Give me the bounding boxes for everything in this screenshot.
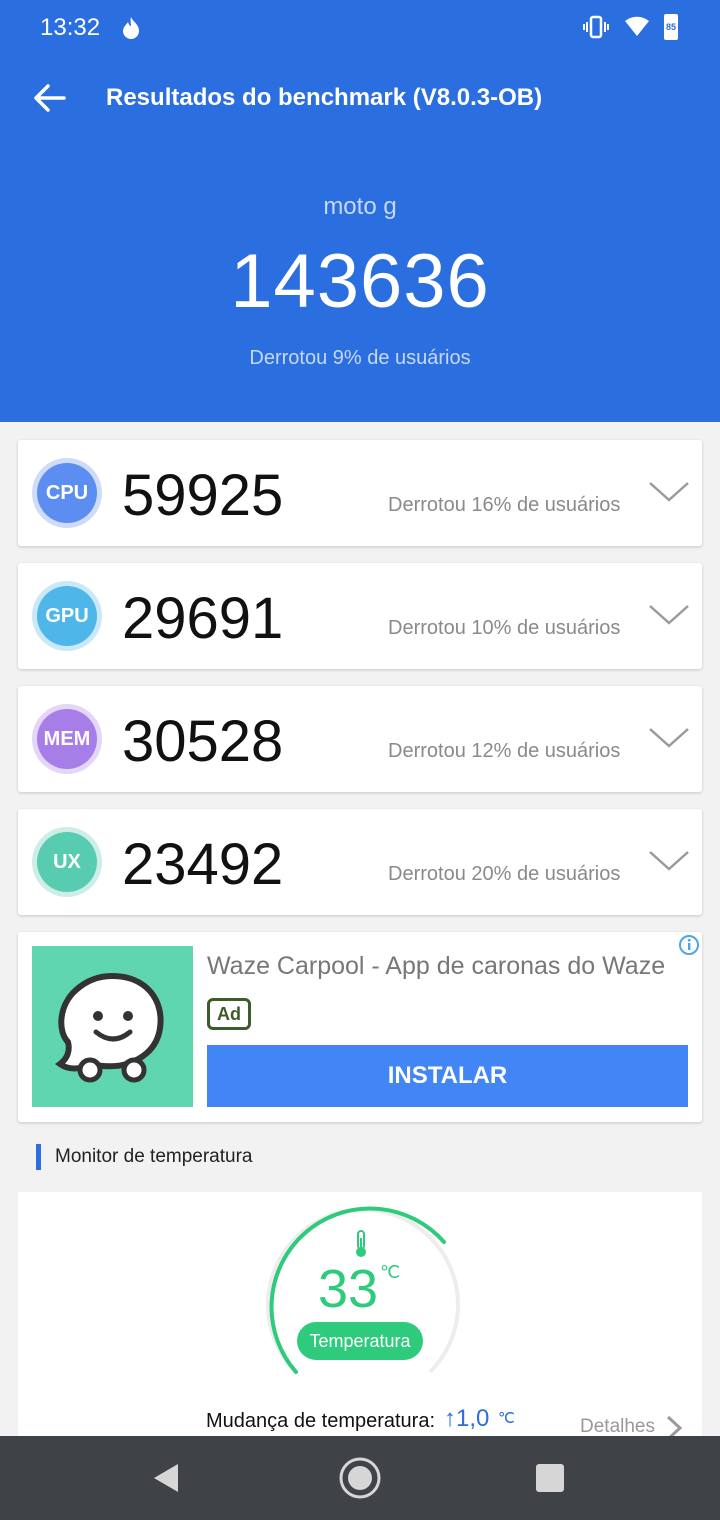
section-title-temperature: Monitor de temperatura (36, 1144, 253, 1170)
ad-label-badge: Ad (207, 998, 251, 1030)
cpu-beat-text: Derrotou 16% de usuários (388, 494, 621, 516)
mem-beat-text: Derrotou 12% de usuários (388, 740, 621, 762)
status-time: 13:32 (40, 14, 101, 41)
nav-recents-icon[interactable] (536, 1464, 564, 1492)
temperature-card: 33 ℃ Temperatura Mudança de temperatura:… (18, 1192, 702, 1452)
nav-back-icon[interactable] (150, 1462, 182, 1494)
gpu-badge-ring: GPU (32, 581, 102, 651)
temperature-unit: ℃ (380, 1262, 401, 1282)
score-card-cpu[interactable]: CPU 59925 Derrotou 16% de usuários (18, 440, 702, 546)
ux-beat-text: Derrotou 20% de usuários (388, 863, 621, 885)
battery-icon: 85 (664, 14, 678, 40)
chevron-down-icon[interactable] (648, 849, 690, 873)
info-icon[interactable] (678, 934, 700, 956)
chevron-down-icon[interactable] (648, 726, 690, 750)
back-arrow-icon[interactable] (32, 82, 66, 114)
temperature-value: 33 (318, 1259, 379, 1319)
mem-badge: MEM (37, 709, 97, 769)
app-bar: Resultados do benchmark (V8.0.3-OB) (0, 64, 720, 132)
score-card-ux[interactable]: UX 23492 Derrotou 20% de usuários (18, 809, 702, 915)
temperature-change-label: Mudança de temperatura: (206, 1410, 436, 1432)
ad-banner[interactable]: Waze Carpool - App de caronas do Waze Ad… (18, 932, 702, 1122)
mem-badge-ring: MEM (32, 704, 102, 774)
ux-score: 23492 (122, 832, 284, 897)
vibrate-icon (583, 15, 609, 39)
chevron-down-icon[interactable] (648, 480, 690, 504)
page-title: Resultados do benchmark (V8.0.3-OB) (106, 84, 543, 111)
install-button[interactable]: INSTALAR (207, 1045, 688, 1107)
status-bar: 13:32 85 (0, 0, 720, 56)
total-score: 143636 (230, 239, 490, 324)
gpu-badge: GPU (37, 586, 97, 646)
gpu-beat-text: Derrotou 10% de usuários (388, 617, 621, 639)
temperature-change-unit: ℃ (498, 1410, 515, 1427)
score-card-gpu[interactable]: GPU 29691 Derrotou 10% de usuários (18, 563, 702, 669)
cpu-score: 59925 (122, 463, 284, 528)
cpu-badge: CPU (37, 463, 97, 523)
system-nav-bar (0, 1436, 720, 1520)
cpu-badge-ring: CPU (32, 458, 102, 528)
device-name: moto g (323, 193, 397, 220)
chevron-down-icon[interactable] (648, 603, 690, 627)
header: 13:32 85 Resultados do benchmark (V8.0.3… (0, 0, 720, 422)
ux-badge-ring: UX (32, 827, 102, 897)
score-card-mem[interactable]: MEM 30528 Derrotou 12% de usuários (18, 686, 702, 792)
flame-icon (123, 17, 139, 39)
gpu-score: 29691 (122, 586, 284, 651)
details-link[interactable]: Detalhes (580, 1416, 655, 1438)
mem-score: 30528 (122, 709, 284, 774)
waze-icon (54, 972, 164, 1083)
total-beat-text: Derrotou 9% de usuários (249, 347, 471, 369)
waze-logo-image[interactable] (32, 946, 193, 1107)
ux-badge: UX (37, 832, 97, 892)
nav-home-icon[interactable] (338, 1456, 382, 1500)
wifi-icon (625, 16, 649, 36)
ad-title[interactable]: Waze Carpool - App de caronas do Waze (207, 952, 665, 981)
thermometer-icon (356, 1230, 366, 1257)
temperature-change-value: ↑1,0 (444, 1405, 490, 1432)
status-icons: 85 (582, 14, 678, 40)
temperature-label-pill: Temperatura (297, 1322, 423, 1360)
